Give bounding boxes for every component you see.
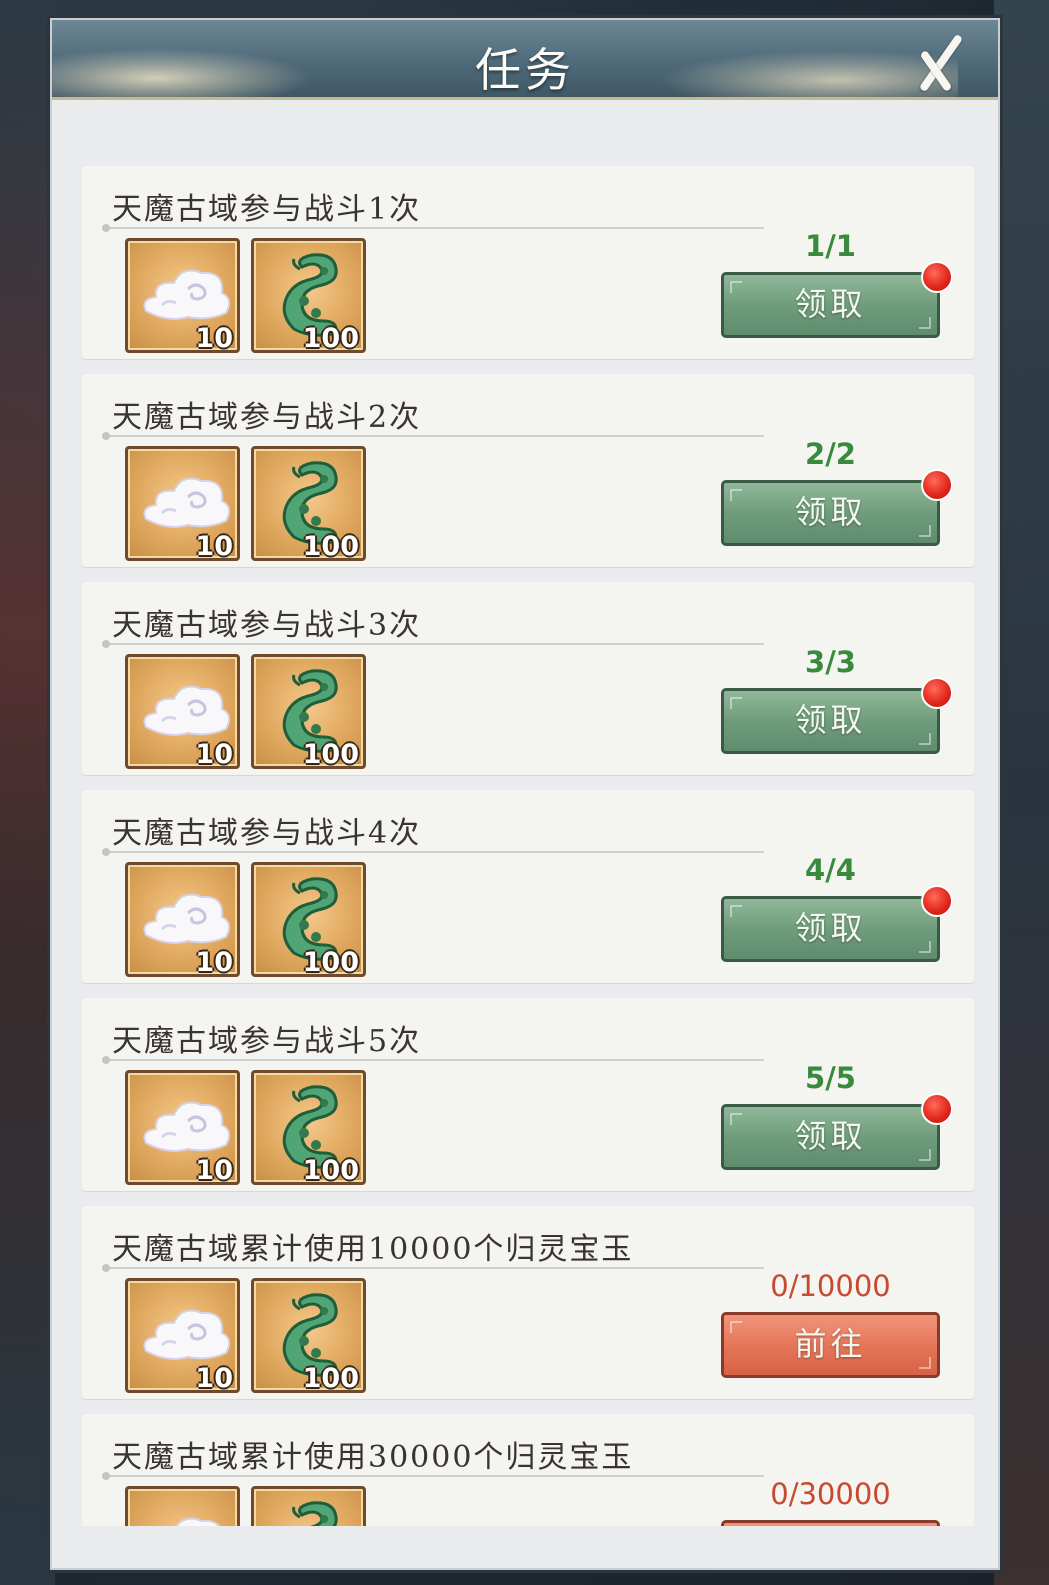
reward-item[interactable]: 10 bbox=[125, 1278, 240, 1394]
task-list[interactable]: 天魔古域参与战斗1次 10 100 1/1 领取 天魔古域参与战斗2次 10 1… bbox=[82, 166, 974, 1526]
task-title: 天魔古域累计使用30000个归灵宝玉 bbox=[112, 1440, 634, 1475]
background-right bbox=[994, 0, 1049, 1585]
task-panel: 任务 天魔古域参与战斗1次 10 100 1/1 领取 天魔古域参与战斗2次 1… bbox=[50, 18, 1000, 1570]
task-card: 天魔古域参与战斗1次 10 100 1/1 领取 bbox=[82, 166, 974, 359]
claim-button[interactable]: 领取 bbox=[721, 272, 940, 338]
divider bbox=[102, 224, 764, 232]
divider bbox=[102, 1264, 764, 1272]
task-title: 天魔古域参与战斗2次 bbox=[112, 400, 422, 435]
reward-quantity: 10 bbox=[195, 1155, 233, 1186]
close-icon[interactable] bbox=[910, 30, 970, 93]
task-card: 天魔古域累计使用30000个归灵宝玉 0/30000 bbox=[82, 1414, 974, 1526]
reward-quantity: 100 bbox=[302, 531, 359, 562]
notification-dot bbox=[921, 677, 953, 709]
claim-button[interactable]: 领取 bbox=[721, 688, 940, 754]
notification-dot bbox=[921, 1093, 953, 1125]
background-left bbox=[0, 0, 55, 1585]
notification-dot bbox=[921, 885, 953, 917]
task-progress: 3/3 bbox=[805, 645, 856, 679]
task-card: 天魔古域参与战斗4次 10 100 4/4 领取 bbox=[82, 790, 974, 983]
claim-button[interactable]: 领取 bbox=[721, 896, 940, 962]
task-title: 天魔古域参与战斗4次 bbox=[112, 816, 422, 851]
divider bbox=[102, 640, 764, 648]
reward-quantity: 100 bbox=[302, 1363, 359, 1394]
task-progress: 4/4 bbox=[805, 853, 856, 887]
task-card: 天魔古域参与战斗2次 10 100 2/2 领取 bbox=[82, 374, 974, 567]
go-button[interactable] bbox=[721, 1520, 940, 1526]
task-progress: 1/1 bbox=[805, 229, 856, 263]
notification-dot bbox=[921, 261, 953, 293]
cloud-icon bbox=[143, 893, 231, 944]
task-card: 天魔古域累计使用10000个归灵宝玉 10 100 0/10000 前往 bbox=[82, 1206, 974, 1399]
task-title: 天魔古域参与战斗5次 bbox=[112, 1024, 422, 1059]
claim-button[interactable]: 领取 bbox=[721, 480, 940, 546]
reward-item[interactable]: 10 bbox=[125, 1070, 240, 1186]
panel-header: 任务 bbox=[52, 20, 998, 100]
reward-item[interactable]: 100 bbox=[251, 1070, 366, 1186]
reward-item[interactable]: 10 bbox=[125, 446, 240, 562]
reward-quantity: 100 bbox=[302, 947, 359, 978]
divider bbox=[102, 1472, 764, 1480]
divider bbox=[102, 1056, 764, 1064]
reward-item[interactable]: 10 bbox=[125, 654, 240, 770]
cloud-icon bbox=[143, 685, 231, 736]
task-progress: 5/5 bbox=[805, 1061, 856, 1095]
cloud-icon bbox=[143, 1101, 231, 1152]
jade-dragon-icon bbox=[292, 1501, 338, 1526]
reward-quantity: 10 bbox=[195, 1363, 233, 1394]
reward-item[interactable]: 100 bbox=[251, 862, 366, 978]
reward-item[interactable]: 10 bbox=[125, 862, 240, 978]
reward-quantity: 10 bbox=[195, 531, 233, 562]
cloud-icon bbox=[143, 477, 231, 528]
reward-quantity: 10 bbox=[195, 323, 233, 354]
task-title: 天魔古域参与战斗3次 bbox=[112, 608, 422, 643]
reward-quantity: 100 bbox=[302, 739, 359, 770]
task-progress: 2/2 bbox=[805, 437, 856, 471]
divider bbox=[102, 432, 764, 440]
task-card: 天魔古域参与战斗3次 10 100 3/3 领取 bbox=[82, 582, 974, 775]
cloud-icon bbox=[175, 1517, 220, 1526]
reward-quantity: 10 bbox=[195, 739, 233, 770]
reward-item[interactable] bbox=[125, 1486, 240, 1526]
reward-item[interactable]: 10 bbox=[125, 238, 240, 354]
reward-quantity: 100 bbox=[302, 323, 359, 354]
reward-item[interactable]: 100 bbox=[251, 1278, 366, 1394]
reward-item[interactable]: 100 bbox=[251, 654, 366, 770]
claim-button[interactable]: 领取 bbox=[721, 1104, 940, 1170]
task-progress: 0/30000 bbox=[770, 1477, 891, 1511]
task-title: 天魔古域累计使用10000个归灵宝玉 bbox=[112, 1232, 634, 1267]
cloud-icon bbox=[143, 269, 231, 320]
notification-dot bbox=[921, 469, 953, 501]
task-card: 天魔古域参与战斗5次 10 100 5/5 领取 bbox=[82, 998, 974, 1191]
cloud-icon bbox=[143, 1309, 231, 1360]
reward-item[interactable]: 100 bbox=[251, 446, 366, 562]
panel-title: 任务 bbox=[475, 43, 575, 97]
reward-quantity: 100 bbox=[302, 1155, 359, 1186]
task-progress: 0/10000 bbox=[770, 1269, 891, 1303]
reward-item[interactable] bbox=[251, 1486, 366, 1526]
reward-item[interactable]: 100 bbox=[251, 238, 366, 354]
go-button[interactable]: 前往 bbox=[721, 1312, 940, 1378]
divider bbox=[102, 848, 764, 856]
reward-quantity: 10 bbox=[195, 947, 233, 978]
task-title: 天魔古域参与战斗1次 bbox=[112, 192, 422, 227]
